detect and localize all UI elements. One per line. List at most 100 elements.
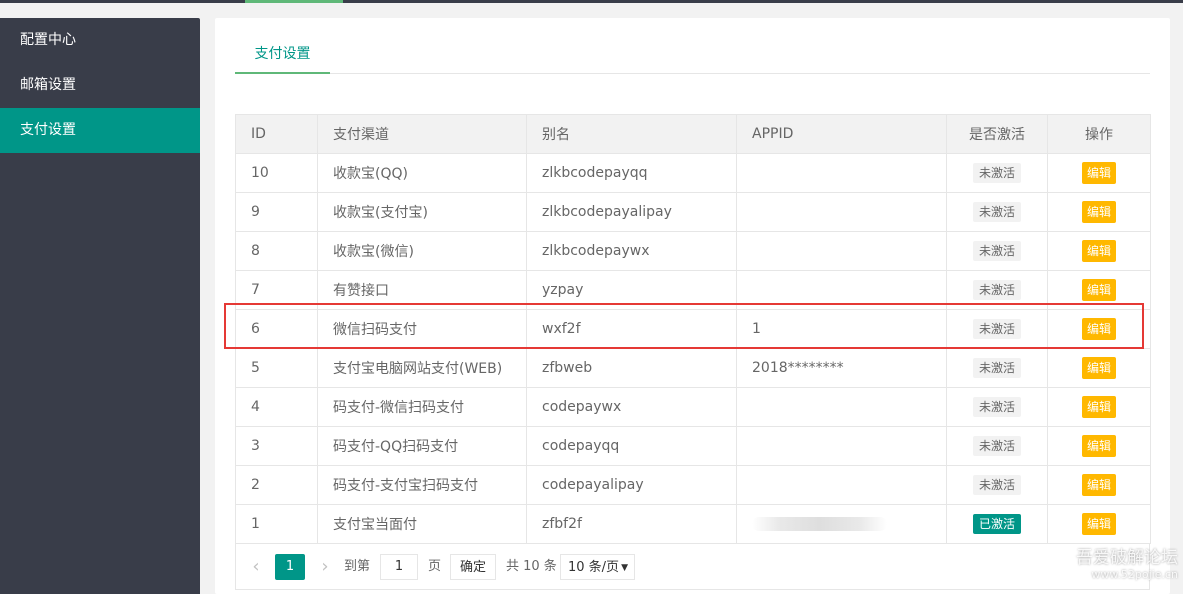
status-badge: 未激活	[972, 163, 1021, 183]
cell-id: 6	[235, 309, 318, 349]
watermark-title: 吾爱破解论坛	[1076, 548, 1178, 568]
cell-alias: zfbweb	[526, 348, 737, 388]
table-row: 2 码支付-支付宝扫码支付 codepayalipay 未激活 编辑	[235, 465, 1151, 505]
cell-appid	[736, 270, 947, 310]
cell-channel: 码支付-支付宝扫码支付	[317, 465, 527, 505]
edit-button[interactable]: 编辑	[1081, 318, 1116, 340]
table-row: 7 有赞接口 yzpay 未激活 编辑	[235, 270, 1151, 310]
cell-action: 编辑	[1047, 504, 1151, 544]
cell-appid: 2018********	[736, 348, 947, 388]
cell-appid	[736, 192, 947, 232]
tab-payment-settings[interactable]: 支付设置	[235, 36, 330, 74]
table-row: 10 收款宝(QQ) zlkbcodepayqq 未激活 编辑	[235, 153, 1151, 193]
edit-button[interactable]: 编辑	[1081, 435, 1116, 457]
cell-status: 未激活	[946, 153, 1048, 193]
cell-channel: 微信扫码支付	[317, 309, 527, 349]
cell-status: 未激活	[946, 192, 1048, 232]
cell-alias: zfbf2f	[526, 504, 737, 544]
cell-action: 编辑	[1047, 192, 1151, 232]
edit-button[interactable]: 编辑	[1081, 162, 1116, 184]
prev-page-icon[interactable]: ‹	[244, 554, 268, 580]
goto-page-input[interactable]	[380, 554, 418, 580]
sidebar-item-mail-settings[interactable]: 邮箱设置	[0, 63, 200, 108]
table-row: 6 微信扫码支付 wxf2f 1 未激活 编辑	[235, 309, 1151, 349]
cell-id: 10	[235, 153, 318, 193]
edit-button[interactable]: 编辑	[1081, 201, 1116, 223]
main-card: 支付设置 ID 支付渠道 别名 APPID 是否激活 操作 10 收款宝(QQ)…	[215, 18, 1170, 594]
table-row: 9 收款宝(支付宝) zlkbcodepayalipay 未激活 编辑	[235, 192, 1151, 232]
cell-status: 未激活	[946, 465, 1048, 505]
cell-status: 未激活	[946, 426, 1048, 466]
cell-action: 编辑	[1047, 231, 1151, 271]
cell-status: 未激活	[946, 231, 1048, 271]
cell-alias: codepayalipay	[526, 465, 737, 505]
sidebar-item-config-center[interactable]: 配置中心	[0, 18, 200, 63]
edit-button[interactable]: 编辑	[1081, 279, 1116, 301]
status-badge: 未激活	[972, 358, 1021, 378]
sidebar: 配置中心 邮箱设置 支付设置	[0, 18, 200, 594]
cell-id: 9	[235, 192, 318, 232]
table-header-row: ID 支付渠道 别名 APPID 是否激活 操作	[235, 114, 1151, 154]
cell-appid	[736, 465, 947, 505]
header-alias: 别名	[526, 114, 737, 154]
cell-channel: 收款宝(支付宝)	[317, 192, 527, 232]
status-badge: 已激活	[972, 514, 1021, 534]
page-1-button[interactable]: 1	[275, 554, 305, 580]
cell-id: 7	[235, 270, 318, 310]
payment-channel-table: ID 支付渠道 别名 APPID 是否激活 操作 10 收款宝(QQ) zlkb…	[235, 114, 1151, 544]
watermark-url: www.52pojie.cn	[1091, 568, 1178, 581]
cell-action: 编辑	[1047, 387, 1151, 427]
blurred-appid	[752, 517, 887, 531]
goto-confirm-button[interactable]: 确定	[450, 554, 496, 580]
header-appid: APPID	[736, 114, 947, 154]
cell-id: 2	[235, 465, 318, 505]
next-page-icon[interactable]: ›	[313, 554, 337, 580]
edit-button[interactable]: 编辑	[1081, 240, 1116, 262]
pagination: ‹ 1 › 到第 页 确定 共 10 条 10 条/页▼	[235, 544, 1150, 590]
cell-alias: zlkbcodepayqq	[526, 153, 737, 193]
cell-alias: yzpay	[526, 270, 737, 310]
cell-action: 编辑	[1047, 426, 1151, 466]
cell-id: 3	[235, 426, 318, 466]
cell-channel: 收款宝(微信)	[317, 231, 527, 271]
table-row: 3 码支付-QQ扫码支付 codepayqq 未激活 编辑	[235, 426, 1151, 466]
page-size-select[interactable]: 10 条/页 ▼	[560, 554, 635, 580]
sidebar-item-payment-settings[interactable]: 支付设置	[0, 108, 200, 153]
edit-button[interactable]: 编辑	[1081, 474, 1116, 496]
goto-prefix-label: 到第	[344, 559, 371, 574]
cell-id: 5	[235, 348, 318, 388]
cell-alias: zlkbcodepayalipay	[526, 192, 737, 232]
table-row: 1 支付宝当面付 zfbf2f 已激活 编辑	[235, 504, 1151, 544]
cell-appid	[736, 387, 947, 427]
header-id: ID	[235, 114, 318, 154]
cell-id: 1	[235, 504, 318, 544]
cell-alias: codepayqq	[526, 426, 737, 466]
cell-id: 4	[235, 387, 318, 427]
edit-button[interactable]: 编辑	[1081, 396, 1116, 418]
status-badge: 未激活	[972, 475, 1021, 495]
cell-status: 未激活	[946, 387, 1048, 427]
cell-channel: 支付宝当面付	[317, 504, 527, 544]
cell-channel: 支付宝电脑网站支付(WEB)	[317, 348, 527, 388]
cell-channel: 有赞接口	[317, 270, 527, 310]
watermark: 吾爱破解论坛 www.52pojie.cn	[1058, 548, 1178, 582]
status-badge: 未激活	[972, 280, 1021, 300]
cell-status: 未激活	[946, 309, 1048, 349]
cell-channel: 码支付-QQ扫码支付	[317, 426, 527, 466]
edit-button[interactable]: 编辑	[1081, 357, 1116, 379]
dropdown-arrow-icon: ▼	[621, 563, 628, 573]
table-row: 4 码支付-微信扫码支付 codepaywx 未激活 编辑	[235, 387, 1151, 427]
header-action: 操作	[1047, 114, 1151, 154]
cell-channel: 收款宝(QQ)	[317, 153, 527, 193]
cell-action: 编辑	[1047, 348, 1151, 388]
page-size-value: 10 条/页	[568, 560, 620, 575]
status-badge: 未激活	[972, 202, 1021, 222]
cell-action: 编辑	[1047, 309, 1151, 349]
status-badge: 未激活	[972, 319, 1021, 339]
cell-channel: 码支付-微信扫码支付	[317, 387, 527, 427]
cell-status: 已激活	[946, 504, 1048, 544]
status-badge: 未激活	[972, 436, 1021, 456]
table-row: 5 支付宝电脑网站支付(WEB) zfbweb 2018******** 未激活…	[235, 348, 1151, 388]
edit-button[interactable]: 编辑	[1081, 513, 1116, 535]
cell-appid	[736, 231, 947, 271]
